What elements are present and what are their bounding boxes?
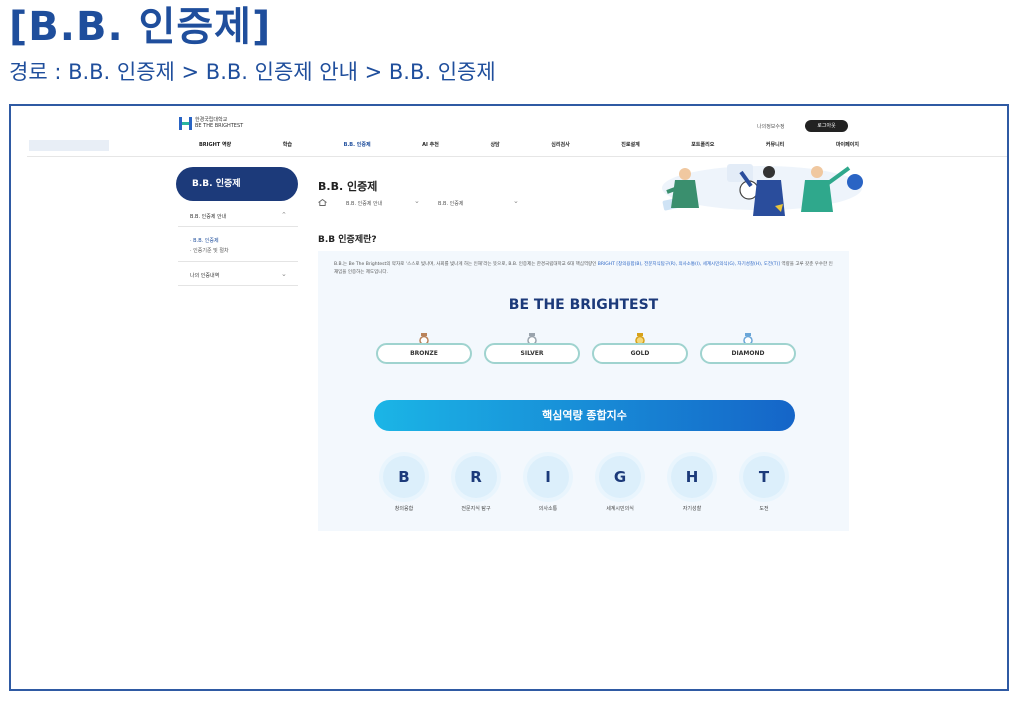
medal-label: DIAMOND (700, 343, 796, 364)
header-divider (27, 156, 1007, 157)
letter-b[interactable]: B 창의융합 (374, 456, 434, 512)
letter-circle: T (743, 456, 785, 498)
letter-circle: G (599, 456, 641, 498)
sidebar-subitem-bb[interactable]: · B.B. 인증제 (190, 237, 219, 244)
medal-label: BRONZE (376, 343, 472, 364)
nav-career[interactable]: 진로설계 (621, 141, 639, 148)
sidebar-divider (178, 261, 298, 262)
medal-row: BRONZE SILVER GOLD DIAMOND (376, 333, 796, 364)
nav-psych-test[interactable]: 심리검사 (551, 141, 569, 148)
medal-label: SILVER (484, 343, 580, 364)
chevron-up-icon[interactable]: ⌃ (281, 211, 287, 219)
sidebar-divider (178, 226, 298, 227)
letter-r[interactable]: R 전문지식 탐구 (446, 456, 506, 512)
nav-bright[interactable]: BRIGHT 역량 (199, 141, 231, 148)
nav-mypage[interactable]: 마이페이지 (836, 141, 859, 148)
search-bar[interactable] (29, 140, 109, 151)
slide-path: 경로 : B.B. 인증제 > B.B. 인증제 안내 > B.B. 인증제 (9, 60, 496, 84)
letter-t[interactable]: T 도전 (734, 456, 794, 512)
sidebar-title: B.B. 인증제 (176, 167, 298, 201)
chevron-down-icon[interactable]: ⌄ (414, 197, 420, 205)
letter-h[interactable]: H 자기성찰 (662, 456, 722, 512)
logo-mark-icon (179, 117, 192, 130)
bright-letters: B 창의융합 R 전문지식 탐구 I 의사소통 G 세계시민의식 H 자기성찰 … (374, 456, 794, 512)
sidebar-item-my-record[interactable]: 나의 인증내역 (190, 272, 219, 279)
home-icon[interactable] (318, 199, 327, 206)
letter-i[interactable]: I 의사소통 (518, 456, 578, 512)
letter-caption: 의사소통 (538, 506, 558, 512)
hero-illustration (662, 164, 863, 216)
section-title: B.B 인증제란? (318, 235, 377, 245)
letter-caption: 창의융합 (394, 506, 414, 512)
bb-info-panel: B.B.는 Be The Brightest의 약자로 ‘스스로 빛나며, 사회… (318, 251, 849, 531)
letter-circle: H (671, 456, 713, 498)
nav-counseling[interactable]: 상담 (490, 141, 499, 148)
intro-highlight: 전문지식탐구(R), 의사소통(I), 세계시민의식(G), 자기성찰(H), … (644, 262, 781, 267)
intro-text-part: B.B.는 Be The Brightest의 약자로 ‘스스로 빛나며, 사회… (334, 262, 598, 267)
medal-label: GOLD (592, 343, 688, 364)
medal-silver[interactable]: SILVER (484, 333, 580, 364)
page-title: B.B. 인증제 (318, 180, 378, 193)
medal-diamond[interactable]: DIAMOND (700, 333, 796, 364)
breadcrumb-level-1[interactable]: B.B. 인증제 안내 (346, 200, 382, 207)
main-nav: BRIGHT 역량 학습 B.B. 인증제 AI 추천 상담 심리검사 진로설계… (199, 141, 859, 148)
letter-g[interactable]: G 세계시민의식 (590, 456, 650, 512)
nav-community[interactable]: 커뮤니티 (766, 141, 784, 148)
intro-text: B.B.는 Be The Brightest의 약자로 ‘스스로 빛나며, 사회… (334, 261, 834, 277)
site-logo[interactable]: 한경국립대학교 BE THE BRIGHTEST (179, 117, 243, 130)
letter-caption: 전문지식 탐구 (461, 506, 491, 512)
sidebar-item-bb-guide[interactable]: B.B. 인증제 안내 (190, 213, 226, 220)
letter-circle: B (383, 456, 425, 498)
website-screenshot: 한경국립대학교 BE THE BRIGHTEST 나의정보수정 로그아웃 BRI… (27, 113, 1007, 533)
letter-caption: 도전 (759, 506, 769, 512)
letter-circle: I (527, 456, 569, 498)
nav-learning[interactable]: 학습 (283, 141, 292, 148)
nav-ai-recommend[interactable]: AI 추천 (422, 141, 439, 148)
intro-highlight: BRIGHT [창의융합(B), (597, 262, 643, 267)
medal-gold[interactable]: GOLD (592, 333, 688, 364)
chevron-down-icon[interactable]: ⌄ (281, 270, 287, 278)
nav-portfolio[interactable]: 포트폴리오 (691, 141, 714, 148)
medal-bronze[interactable]: BRONZE (376, 333, 472, 364)
sidebar-subitem-criteria[interactable]: · 인증기준 및 절차 (190, 247, 229, 254)
letter-caption: 자기성찰 (682, 506, 702, 512)
breadcrumb-level-2[interactable]: B.B. 인증제 (438, 200, 463, 207)
logout-button[interactable]: 로그아웃 (805, 120, 848, 132)
slide-title: [B.B. 인증제] (9, 4, 272, 50)
screenshot-frame: 한경국립대학교 BE THE BRIGHTEST 나의정보수정 로그아웃 BRI… (9, 104, 1009, 691)
core-competency-index-bar: 핵심역량 종합지수 (374, 400, 795, 431)
brightest-heading: BE THE BRIGHTEST (508, 297, 659, 313)
letter-caption: 세계시민의식 (606, 506, 634, 512)
my-info-link[interactable]: 나의정보수정 (757, 123, 785, 130)
letter-circle: R (455, 456, 497, 498)
sidebar-divider (178, 285, 298, 286)
chevron-down-icon[interactable]: ⌄ (513, 197, 519, 205)
nav-bb-certification[interactable]: B.B. 인증제 (344, 141, 371, 148)
logo-tagline: BE THE BRIGHTEST (195, 123, 244, 129)
